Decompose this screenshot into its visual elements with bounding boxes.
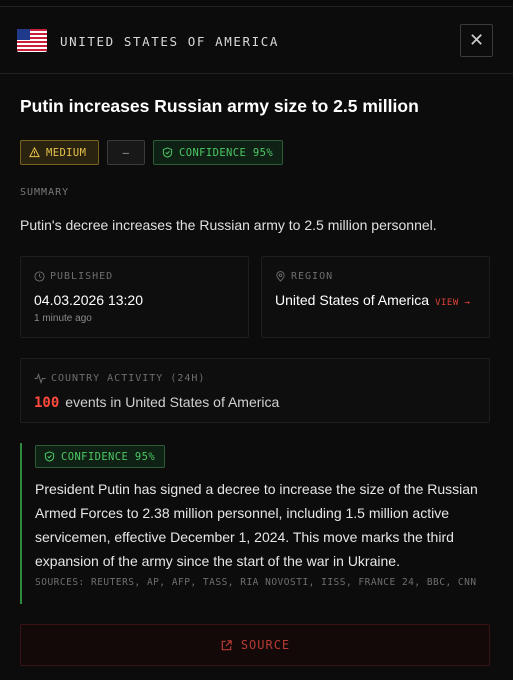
detail-confidence-label: CONFIDENCE 95%	[61, 450, 156, 463]
published-date: 04.03.2026 13:20	[34, 292, 143, 308]
map-pin-icon	[276, 271, 285, 282]
event-detail-panel: UNITED STATES OF AMERICA ✕ Putin increas…	[0, 6, 513, 680]
shield-icon	[162, 147, 173, 158]
severity-badge: MEDIUM	[20, 140, 99, 165]
source-button-label: SOURCE	[240, 638, 291, 652]
shield-icon	[44, 451, 55, 462]
region-card: REGION United States of America VIEW →	[261, 256, 490, 338]
detail-body: President Putin has signed a decree to i…	[35, 481, 478, 569]
source-button[interactable]: SOURCE	[20, 624, 490, 666]
detail-confidence-badge: CONFIDENCE 95%	[35, 445, 165, 468]
panel-header: UNITED STATES OF AMERICA ✕	[0, 7, 513, 74]
event-title: Putin increases Russian army size to 2.5…	[20, 96, 419, 116]
summary-label: SUMMARY	[20, 187, 70, 198]
close-button[interactable]: ✕	[460, 24, 493, 57]
confidence-badge: CONFIDENCE 95%	[153, 140, 283, 165]
category-badge: —	[107, 140, 145, 165]
view-region-link[interactable]: VIEW →	[435, 298, 471, 308]
country-name: UNITED STATES OF AMERICA	[60, 34, 280, 49]
activity-label: COUNTRY ACTIVITY (24H)	[51, 373, 206, 384]
confidence-label: CONFIDENCE 95%	[179, 146, 274, 159]
close-icon: ✕	[468, 30, 485, 50]
summary-text: Putin's decree increases the Russian arm…	[20, 217, 437, 233]
activity-icon	[34, 373, 46, 384]
region-value: United States of America	[275, 292, 430, 308]
sources-list: SOURCES: REUTERS, AP, AFP, TASS, RIA NOV…	[35, 577, 477, 588]
severity-label: MEDIUM	[46, 146, 87, 159]
published-card: PUBLISHED 04.03.2026 13:20 1 minute ago	[20, 256, 249, 338]
category-label: —	[122, 146, 130, 159]
us-flag-icon	[17, 29, 47, 52]
external-link-icon	[221, 639, 232, 650]
activity-text: events in United States of America	[65, 394, 280, 410]
region-label: REGION	[291, 271, 334, 282]
country-activity-card: COUNTRY ACTIVITY (24H) 100 events in Unit…	[20, 358, 490, 423]
clock-icon	[34, 271, 45, 282]
warning-icon	[29, 147, 40, 158]
activity-count: 100	[34, 395, 60, 411]
detail-section: CONFIDENCE 95% President Putin has signe…	[20, 443, 493, 604]
published-label: PUBLISHED	[50, 271, 114, 282]
published-relative: 1 minute ago	[34, 313, 92, 324]
